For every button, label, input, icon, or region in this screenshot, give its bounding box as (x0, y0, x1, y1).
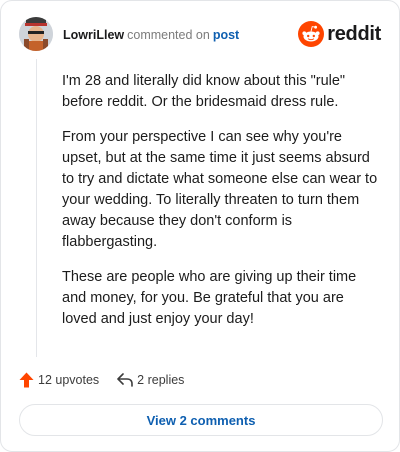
view-comments-button[interactable]: View 2 comments (19, 404, 383, 436)
avatar[interactable] (19, 17, 53, 51)
replies-button[interactable]: 2 replies (117, 373, 184, 387)
upvote-arrow-icon (19, 372, 34, 388)
reddit-snoo-icon (298, 21, 325, 47)
reply-count: 2 replies (137, 373, 185, 387)
upvote-button[interactable]: 12 upvotes (19, 372, 99, 388)
comment-body: I'm 28 and literally did know about this… (62, 71, 380, 344)
comment-paragraph: From your perspective I can see why you'… (62, 129, 378, 250)
comment-meta: LowriLlew commented on post (63, 27, 239, 43)
comment-card: LowriLlew commented on post reddit I'm 28 … (0, 0, 400, 452)
reddit-logo[interactable]: reddit (298, 21, 381, 47)
action-text: commented on (127, 28, 210, 42)
upvote-count: 12 upvotes (38, 373, 100, 387)
reply-arrow-icon (117, 373, 133, 387)
post-link[interactable]: post (213, 28, 239, 42)
comment-paragraph: These are people who are giving up their… (62, 269, 357, 327)
action-bar: 12 upvotes 2 replies (19, 369, 184, 391)
thread-line (36, 59, 37, 357)
comment-header: LowriLlew commented on post reddit (19, 17, 381, 53)
username-link[interactable]: LowriLlew (63, 28, 124, 42)
comment-paragraph: I'm 28 and literally did know about this… (62, 73, 346, 110)
brand-wordmark: reddit (327, 22, 381, 45)
